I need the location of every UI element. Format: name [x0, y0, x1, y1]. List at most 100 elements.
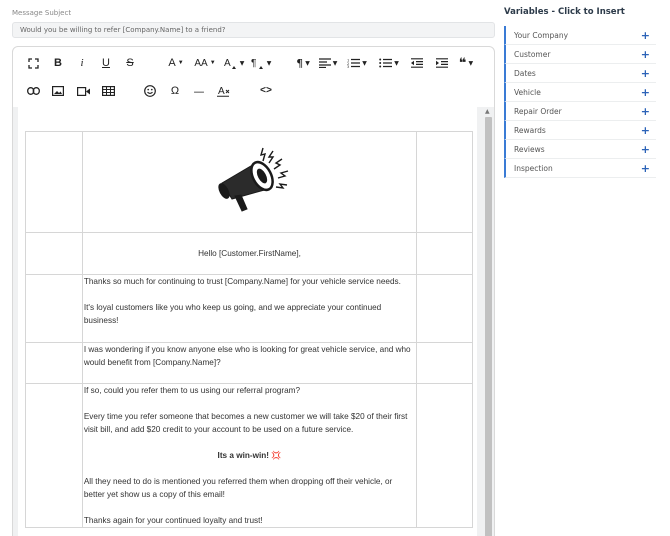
text-color-button[interactable]: A ▼ — [222, 55, 246, 71]
plus-icon[interactable]: + — [641, 105, 650, 118]
fullscreen-icon[interactable] — [25, 55, 41, 71]
video-icon[interactable] — [75, 83, 91, 99]
table-cell — [25, 131, 83, 233]
caret-down-icon: ▼ — [209, 60, 216, 66]
caret-down-icon: ▼ — [305, 59, 310, 67]
body-cell: I was wondering if you know anyone else … — [81, 342, 418, 384]
plus-icon[interactable]: + — [641, 86, 650, 99]
table-cell — [416, 232, 473, 275]
variable-label: Vehicle — [514, 87, 541, 97]
table-cell — [25, 274, 83, 343]
paragraph: Thanks so much for continuing to trust [… — [83, 277, 401, 286]
image-icon[interactable] — [50, 83, 66, 99]
clear-formatting-button[interactable]: A — [215, 83, 231, 99]
ordered-list-icon: 123 — [347, 59, 361, 68]
email-layout-table: Hello [Customer.FirstName], Thanks so mu… — [25, 131, 473, 528]
plus-icon[interactable]: + — [641, 67, 650, 80]
caret-down-icon: ▼ — [177, 60, 184, 66]
font-size-button[interactable]: AA ▼ — [190, 55, 220, 71]
variable-dates[interactable]: Dates + — [504, 64, 656, 83]
paragraph-style-icon: ¶ — [251, 58, 263, 69]
subject-label: Message Subject — [12, 9, 72, 17]
font-family-button[interactable]: A ▼ — [166, 55, 186, 71]
body-cell: Thanks so much for continuing to trust [… — [81, 274, 418, 343]
caret-down-icon: ▼ — [332, 59, 338, 67]
body-cell: If so, could you refer them to us using … — [81, 383, 418, 528]
subject-input[interactable]: Would you be willing to refer [Company.N… — [12, 22, 495, 38]
variables-panel: Variables - Click to Insert Your Company… — [504, 7, 656, 178]
editor-content-area[interactable]: Hello [Customer.FirstName], Thanks so mu… — [13, 107, 494, 536]
paragraph-format-label: ¶ — [296, 56, 304, 70]
font-family-label: A — [168, 57, 176, 69]
clear-formatting-icon: A — [216, 86, 229, 97]
megaphone-icon — [218, 147, 289, 212]
underline-button[interactable]: U — [99, 55, 113, 71]
variable-label: Inspection — [514, 163, 553, 173]
caret-down-icon: ▼ — [362, 59, 367, 67]
ordered-list-button[interactable]: 1 2 3 ▼ — [345, 55, 369, 71]
logo-cell — [81, 131, 418, 233]
paragraph: I was wondering if you know anyone else … — [83, 345, 411, 367]
outdent-button[interactable] — [409, 55, 425, 71]
variable-your-company[interactable]: Your Company + — [504, 26, 656, 45]
special-characters-button[interactable]: Ω — [167, 83, 183, 99]
greeting-text: Hello [Customer.FirstName], — [198, 249, 301, 258]
plus-icon[interactable]: + — [641, 124, 650, 137]
editor-toolbar: B i U S A ▼ AA ▼ A ▼ ¶ ▼ ¶ ▼ ▼ 1 2 3 ▼ ▼ ❝ ▼ — [13, 47, 494, 105]
quote-button[interactable]: ❝ ▼ — [455, 55, 477, 71]
plus-icon[interactable]: + — [641, 48, 650, 61]
bold-button[interactable]: B — [51, 55, 65, 71]
svg-text:A: A — [224, 58, 231, 69]
horizontal-line-button[interactable]: — — [191, 83, 207, 99]
variable-customer[interactable]: Customer + — [504, 45, 656, 64]
paragraph: If so, could you refer them to us using … — [83, 386, 301, 395]
strikethrough-button[interactable]: S — [123, 55, 137, 71]
variable-label: Customer — [514, 49, 551, 59]
svg-text:A: A — [218, 86, 225, 97]
variable-rewards[interactable]: Rewards + — [504, 121, 656, 140]
table-cell — [25, 383, 83, 528]
link-icon[interactable] — [25, 83, 41, 99]
table-cell — [416, 383, 473, 528]
variable-label: Repair Order — [514, 106, 562, 116]
svg-text:3: 3 — [347, 65, 349, 68]
align-button[interactable]: ▼ — [317, 55, 339, 71]
unordered-list-icon — [379, 58, 393, 68]
variable-reviews[interactable]: Reviews + — [504, 140, 656, 159]
italic-button[interactable]: i — [75, 55, 89, 71]
variable-label: Dates — [514, 68, 536, 78]
outdent-icon — [411, 58, 423, 68]
plus-icon[interactable]: + — [641, 29, 650, 42]
plus-icon[interactable]: + — [641, 143, 650, 156]
email-page: Hello [Customer.FirstName], Thanks so mu… — [18, 107, 477, 536]
paragraph: Its a win-win! 💢 — [217, 451, 282, 460]
variable-vehicle[interactable]: Vehicle + — [504, 83, 656, 102]
unordered-list-button[interactable]: ▼ — [377, 55, 401, 71]
caret-down-icon: ▼ — [266, 59, 272, 67]
caret-down-icon: ▼ — [394, 59, 399, 67]
variable-label: Reviews — [514, 144, 545, 154]
code-view-button[interactable]: <> — [257, 83, 275, 99]
paragraph-format-button[interactable]: ¶ ▼ — [293, 55, 313, 71]
caret-down-icon: ▼ — [468, 59, 474, 67]
scroll-up-icon[interactable]: ▲ — [485, 108, 490, 115]
vertical-scrollbar[interactable]: ▲ — [483, 107, 494, 536]
table-cell — [25, 232, 83, 275]
plus-icon[interactable]: + — [641, 162, 650, 175]
table-icon[interactable] — [100, 83, 116, 99]
paragraph: Thanks again for your continued loyalty … — [83, 516, 263, 525]
indent-button[interactable] — [434, 55, 450, 71]
variable-label: Rewards — [514, 125, 546, 135]
table-cell — [25, 342, 83, 384]
variable-repair-order[interactable]: Repair Order + — [504, 102, 656, 121]
variable-inspection[interactable]: Inspection + — [504, 159, 656, 178]
emoticon-icon[interactable] — [142, 83, 158, 99]
paragraph-style-button[interactable]: ¶ ▼ — [249, 55, 273, 71]
paragraph: Every time you refer someone that become… — [83, 412, 408, 434]
text-color-icon: A — [224, 58, 236, 69]
variable-label: Your Company — [514, 30, 569, 40]
scrollbar-thumb[interactable] — [485, 117, 492, 536]
table-cell — [416, 274, 473, 343]
variables-title: Variables - Click to Insert — [504, 7, 625, 17]
quote-icon: ❝ — [458, 55, 467, 71]
